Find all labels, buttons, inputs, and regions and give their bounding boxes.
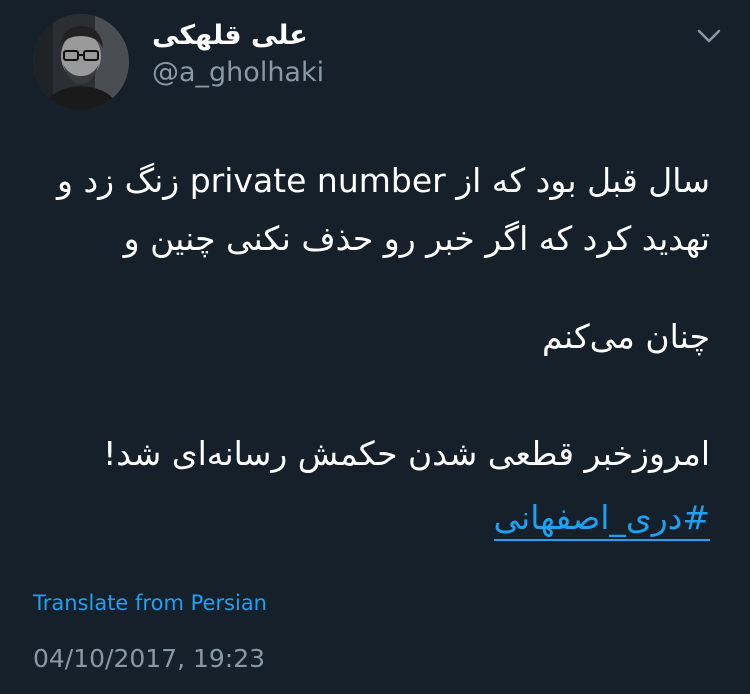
tweet-text-line: چنان می‌کنم [542, 317, 710, 356]
hashtag-link[interactable]: #دری_اصفهانی [493, 498, 710, 541]
tweet-text-line: تهدید کرد که اگر خبر رو حذف نکنی چنین و [123, 219, 710, 258]
tweet-timestamp[interactable]: 04/10/2017, 19:23 [33, 644, 265, 673]
avatar[interactable] [33, 14, 129, 110]
chevron-down-icon[interactable] [694, 24, 724, 48]
tweet-text: سال قبل بود که از private number زنگ زد … [30, 152, 710, 547]
translate-link[interactable]: Translate from Persian [33, 591, 267, 615]
username-handle[interactable]: @a_gholhaki [152, 57, 324, 88]
hashtag-row: #دری_اصفهانی [30, 489, 710, 547]
display-name[interactable]: علی قلهکی [152, 20, 308, 51]
tweet-text-line: امروزخبر قطعی شدن حکمش رسانه‌ای شد! [103, 434, 710, 473]
profile-photo-icon [33, 14, 129, 110]
tweet-text-line: سال قبل بود که از private number زنگ زد … [57, 161, 710, 200]
